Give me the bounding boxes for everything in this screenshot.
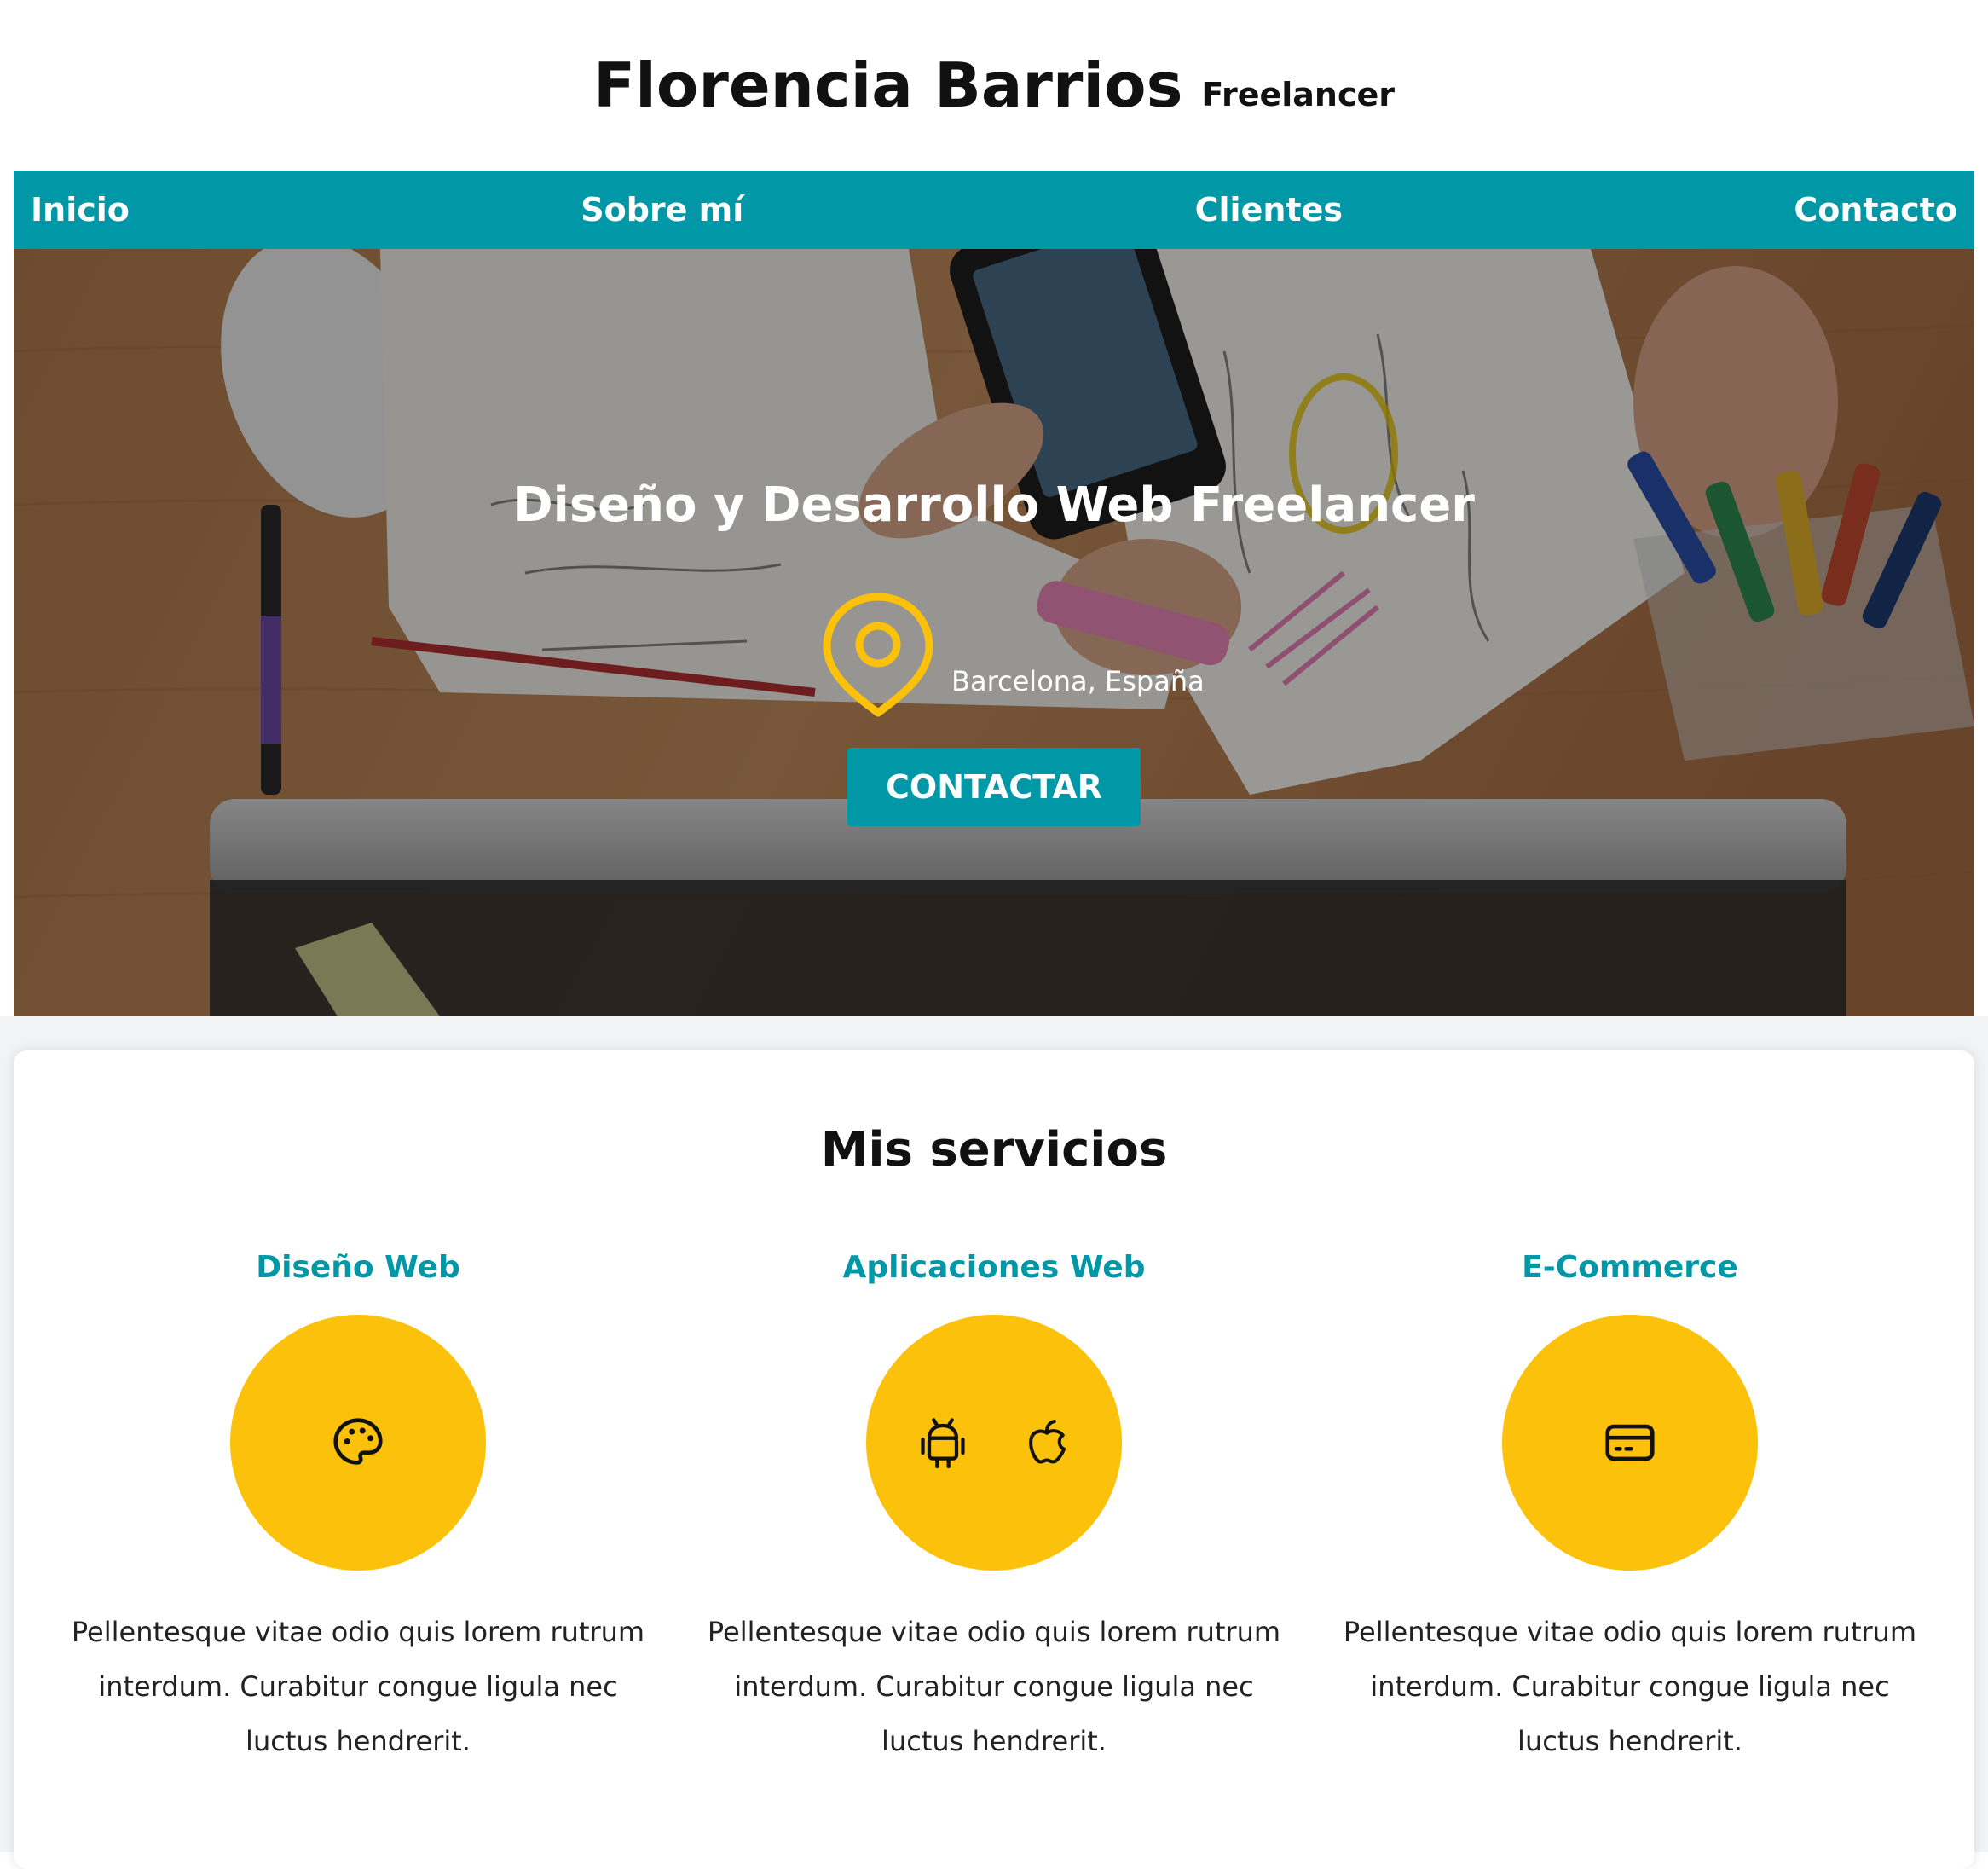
service-name: Aplicaciones Web bbox=[842, 1250, 1146, 1285]
location-text: Barcelona, España bbox=[951, 665, 1205, 697]
credit-card-icon bbox=[1600, 1413, 1660, 1473]
site-header: Florencia Barrios Freelancer bbox=[0, 0, 1988, 171]
service-name: E-Commerce bbox=[1522, 1250, 1738, 1285]
main-nav: Inicio Sobre mí Clientes Contacto bbox=[14, 171, 1974, 249]
apple-icon bbox=[1021, 1413, 1072, 1473]
nav-link-clientes[interactable]: Clientes bbox=[1195, 191, 1343, 229]
services-title: Mis servicios bbox=[820, 1122, 1168, 1178]
hero-heading: Diseño y Desarrollo Web Freelancer bbox=[513, 477, 1475, 533]
services-card: Mis servicios Diseño Web Pellentesque vi… bbox=[14, 1050, 1974, 1869]
service-name: Diseño Web bbox=[256, 1250, 460, 1285]
palette-icon bbox=[328, 1413, 388, 1473]
map-pin-icon bbox=[818, 590, 938, 718]
hero-overlay bbox=[14, 249, 1974, 1016]
service-description: Pellentesque vitae odio quis lorem rutru… bbox=[71, 1616, 645, 1757]
hero-section: Diseño y Desarrollo Web Freelancer Barce… bbox=[14, 249, 1974, 1016]
service-aplicaciones-web: Aplicaciones Web Pellentesque vitae odio… bbox=[696, 1247, 1292, 1768]
service-e-commerce: E-Commerce Pellentesque vitae odio quis … bbox=[1332, 1247, 1928, 1768]
contact-button[interactable]: CONTACTAR bbox=[847, 748, 1141, 826]
service-description: Pellentesque vitae odio quis lorem rutru… bbox=[707, 1616, 1281, 1757]
site-title: Florencia Barrios bbox=[593, 49, 1183, 121]
nav-link-contacto[interactable]: Contacto bbox=[1794, 191, 1957, 229]
service-icon-circle bbox=[866, 1315, 1122, 1571]
nav-link-inicio[interactable]: Inicio bbox=[31, 191, 130, 229]
service-diseno-web: Diseño Web Pellentesque vitae odio quis … bbox=[60, 1247, 656, 1768]
service-icon-circle bbox=[230, 1315, 486, 1571]
android-icon bbox=[916, 1413, 970, 1473]
service-icon-circle bbox=[1502, 1315, 1758, 1571]
services-section: Mis servicios Diseño Web Pellentesque vi… bbox=[0, 1016, 1988, 1869]
nav-link-sobre-mi[interactable]: Sobre mí bbox=[581, 191, 743, 229]
service-description: Pellentesque vitae odio quis lorem rutru… bbox=[1343, 1616, 1917, 1757]
site-subtitle: Freelancer bbox=[1201, 76, 1395, 113]
